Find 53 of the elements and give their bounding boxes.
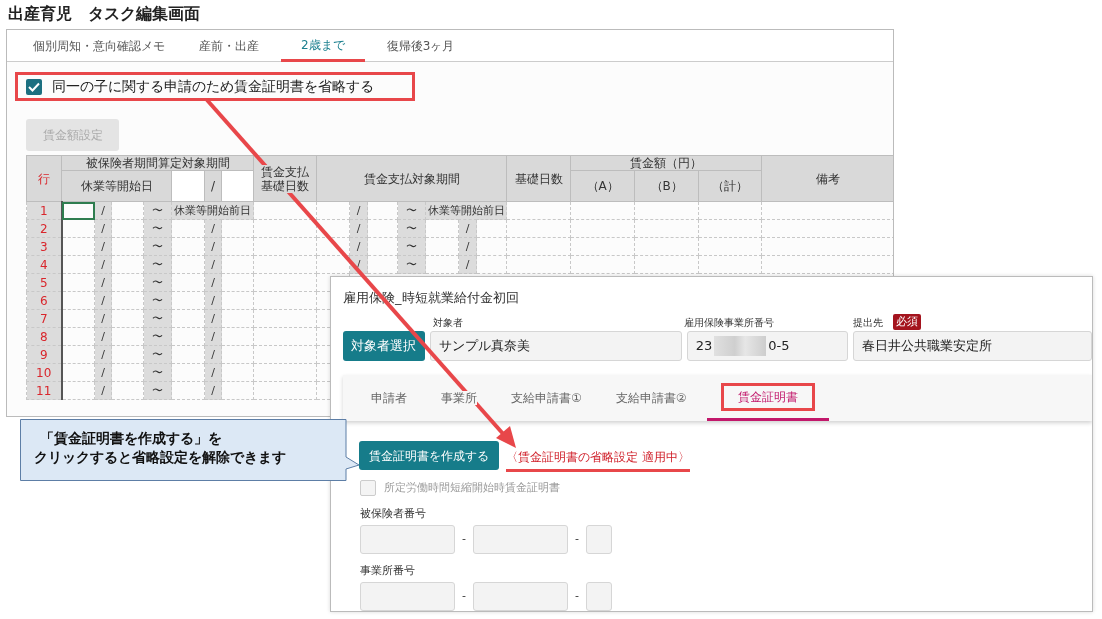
field-value: 0-5 xyxy=(768,337,790,356)
column-header: 行 xyxy=(26,155,62,202)
column-header: （計） xyxy=(698,170,762,202)
separator-text: - xyxy=(574,587,580,604)
table-cell: 4 xyxy=(26,255,62,274)
column-header: 休業等開始日 xyxy=(61,170,172,202)
column-header: 被保険者期間算定対象期間 xyxy=(61,155,254,171)
tab[interactable]: 支給申請書② xyxy=(601,375,701,421)
text-field[interactable]: サンプル真奈美 xyxy=(429,331,682,361)
table-cell: 5 xyxy=(26,273,62,292)
table-cell: 2 xyxy=(26,219,62,238)
column-header: 賃金額（円） xyxy=(570,155,762,171)
text-field[interactable]: 23 0-5 xyxy=(686,331,848,361)
table-cell: 9 xyxy=(26,345,62,364)
field-value: 23 xyxy=(695,337,713,356)
field-label: 提出先 xyxy=(853,315,884,330)
table-cell: 7 xyxy=(26,309,62,328)
column-header: 備考 xyxy=(761,155,893,202)
tab[interactable]: 支給申請書① xyxy=(497,375,596,421)
column-header: （B） xyxy=(634,170,699,202)
table-cell: 3 xyxy=(26,237,62,256)
tab[interactable]: 申請者 xyxy=(357,375,421,421)
select-person-button[interactable]: 対象者選択 xyxy=(343,331,425,361)
field-label: 雇用保険事業所番号 xyxy=(683,315,774,330)
separator-text: - xyxy=(461,530,467,547)
callout-text: 「賃金証明書を作成する」を xyxy=(40,429,222,448)
column-header: 基礎日数 xyxy=(506,155,571,202)
tab[interactable]: 個別周知・意向確認メモ xyxy=(21,30,177,62)
checkbox-label: 同一の子に関する申請のため賃金証明書を省略する xyxy=(52,77,374,96)
tab[interactable]: 2歳まで xyxy=(281,30,365,62)
separator-text: - xyxy=(574,530,580,547)
required-badge: 必須 xyxy=(893,313,922,331)
table-cell: 6 xyxy=(26,291,62,310)
field-label: 対象者 xyxy=(433,315,463,330)
tab-label: 賃金証明書 xyxy=(737,389,798,404)
table-cell: 8 xyxy=(26,327,62,346)
column-header: 賃金支払基礎日数 xyxy=(253,155,317,202)
create-certificate-button[interactable]: 賃金証明書を作成する xyxy=(359,441,499,470)
page-title: 出産育児 タスク編集画面 xyxy=(8,3,201,25)
text-field[interactable]: 春日井公共職業安定所 xyxy=(853,331,1092,361)
table-cell: 11 xyxy=(26,381,62,400)
field-label: 事業所番号 xyxy=(360,563,416,578)
column-header: （A） xyxy=(570,170,635,202)
callout-text: クリックすると省略設定を解除できます xyxy=(34,448,286,467)
tab[interactable]: 産前・出産 xyxy=(187,30,271,62)
column-header: 賃金支払対象期間 xyxy=(316,155,507,202)
table-cell: 10 xyxy=(26,363,62,382)
tab[interactable]: 復帰後3ヶ月 xyxy=(374,30,467,62)
tab[interactable]: 事業所 xyxy=(427,375,491,421)
tab[interactable]: 賃金証明書 xyxy=(706,375,829,421)
checkbox-label: 所定労働時間短縮開始時賃金証明書 xyxy=(384,480,560,496)
separator-text: - xyxy=(461,587,467,604)
field-label: 被保険者番号 xyxy=(360,506,427,521)
